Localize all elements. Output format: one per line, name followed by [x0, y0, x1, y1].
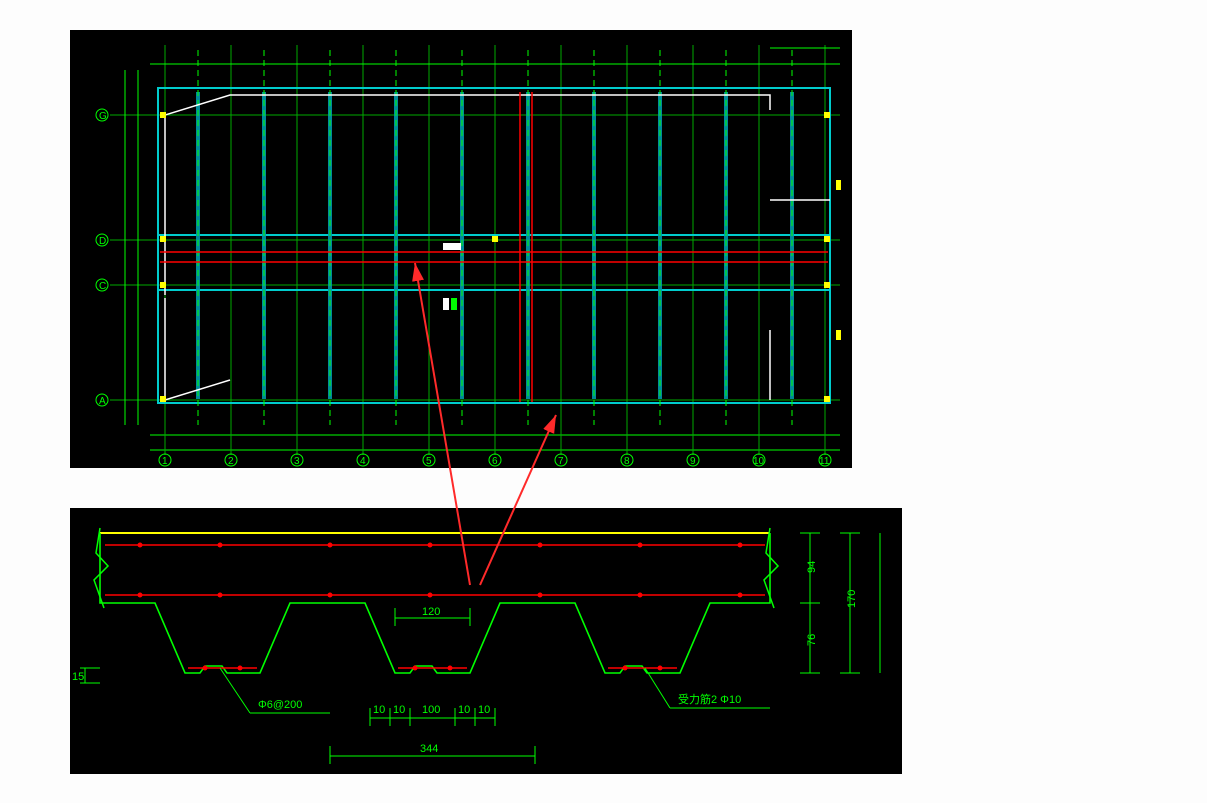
grid-v-4: 4: [360, 456, 366, 467]
grid-h-A: A: [99, 396, 106, 407]
page-root: 1 2 3 4 5 6 7 8 9 10 11: [0, 0, 1207, 803]
break-lines: [94, 528, 778, 608]
dim-overall-text: 344: [420, 743, 438, 755]
dim-top-gap-text: 120: [422, 606, 440, 618]
section-view-canvas: 120 10 10 100 10 10 344: [70, 508, 902, 774]
dim-heights: [800, 533, 880, 673]
dim-sub-c: 100: [422, 704, 440, 716]
label-main-text: 受力筋2 Φ10: [678, 692, 741, 706]
grid-v-2: 2: [228, 456, 234, 467]
dim-h-lower: 76: [806, 634, 818, 646]
section-view-svg: 120 10 10 100 10 10 344: [70, 508, 902, 774]
slab-outline: [158, 88, 830, 403]
dim-h-upper: 94: [806, 561, 818, 573]
dim-sub-e: 10: [478, 704, 490, 716]
label-distribution-text: Φ6@200: [258, 699, 302, 711]
dim-h-total: 170: [846, 590, 858, 608]
plan-view-svg: 1 2 3 4 5 6 7 8 9 10 11: [70, 30, 852, 468]
dim-sub-d: 10: [458, 704, 470, 716]
grid-v-8: 8: [624, 456, 630, 467]
grid-v-11: 11: [819, 456, 830, 467]
dim-sub-a: 10: [373, 704, 385, 716]
grid-v-7: 7: [558, 456, 564, 467]
horizontal-grids: A C D G: [96, 70, 840, 425]
grid-v-3: 3: [294, 456, 300, 467]
plan-view-canvas: 1 2 3 4 5 6 7 8 9 10 11: [70, 30, 852, 468]
dim-sub-b: 10: [393, 704, 405, 716]
grid-v-6: 6: [492, 456, 498, 467]
dim-left-15-text: 15: [72, 671, 84, 683]
grid-h-G: G: [99, 111, 107, 122]
grid-h-D: D: [99, 236, 106, 247]
grid-v-5: 5: [426, 456, 432, 467]
slab-profile: [100, 533, 770, 673]
plan-center-marks: [443, 243, 461, 310]
grid-v-1: 1: [162, 456, 168, 467]
grid-v-10: 10: [753, 456, 765, 467]
grid-v-9: 9: [690, 456, 696, 467]
grid-h-C: C: [99, 281, 106, 292]
